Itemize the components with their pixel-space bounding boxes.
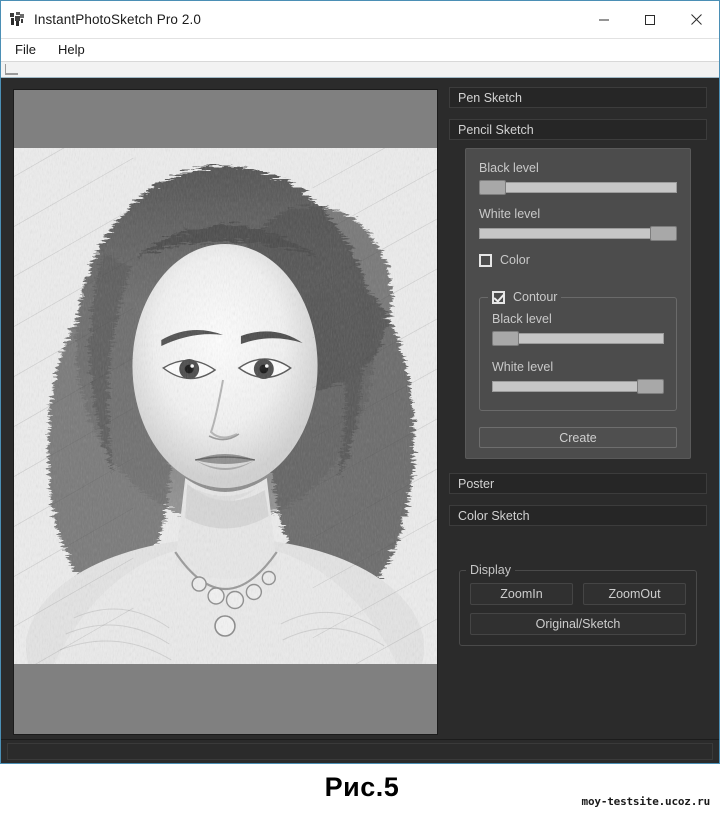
menu-item-help[interactable]: Help <box>52 40 95 60</box>
close-button[interactable] <box>673 1 719 38</box>
status-bar <box>1 739 719 763</box>
menu-item-file[interactable]: File <box>9 40 46 60</box>
app-icon <box>9 11 26 28</box>
minimize-button[interactable] <box>581 1 627 38</box>
display-group-label: Display <box>466 563 515 577</box>
original-sketch-button[interactable]: Original/Sketch <box>470 613 686 635</box>
white-level-label: White level <box>479 207 541 221</box>
create-button[interactable]: Create <box>479 427 677 448</box>
zoom-in-button[interactable]: ZoomIn <box>470 583 573 605</box>
white-level-slider-thumb[interactable] <box>650 226 677 241</box>
contour-black-level-label: Black level <box>492 312 552 326</box>
white-level-slider-track <box>479 228 677 239</box>
section-header-poster[interactable]: Poster <box>449 473 707 494</box>
image-canvas[interactable] <box>13 89 438 735</box>
sketch-preview-image <box>14 148 437 664</box>
black-level-slider-track <box>479 182 677 193</box>
status-bar-panel <box>7 743 713 760</box>
black-level-slider[interactable] <box>479 180 677 195</box>
contour-checkbox-box[interactable] <box>492 290 505 304</box>
color-checkbox[interactable]: Color <box>479 253 677 267</box>
control-panel: Pen Sketch Pencil Sketch Black level Whi… <box>449 87 707 737</box>
application-window: InstantPhotoSketch Pro 2.0 File Help Pen… <box>0 0 720 764</box>
contour-black-level-slider[interactable] <box>492 331 664 346</box>
section-header-pen-sketch[interactable]: Pen Sketch <box>449 87 707 108</box>
toolbar-strip <box>1 61 719 78</box>
contour-white-level-label: White level <box>492 360 554 374</box>
window-title: InstantPhotoSketch Pro 2.0 <box>34 12 201 27</box>
toolbar-grip-icon[interactable] <box>5 64 18 75</box>
contour-black-level-slider-thumb[interactable] <box>492 331 519 346</box>
pencil-sketch-panel: Black level White level Color Contour Bl… <box>465 148 691 459</box>
maximize-button[interactable] <box>627 1 673 38</box>
color-checkbox-box[interactable] <box>479 253 492 267</box>
color-checkbox-label: Color <box>500 253 530 267</box>
section-header-pencil-sketch[interactable]: Pencil Sketch <box>449 119 707 140</box>
contour-group: Contour Black level White level <box>479 290 677 411</box>
menu-bar: File Help <box>1 38 719 61</box>
zoom-out-button[interactable]: ZoomOut <box>583 583 686 605</box>
display-button-row: ZoomIn ZoomOut <box>470 583 686 605</box>
white-level-slider[interactable] <box>479 226 677 241</box>
watermark: moy-testsite.ucoz.ru <box>573 793 718 810</box>
client-area: Pen Sketch Pencil Sketch Black level Whi… <box>1 79 719 763</box>
title-bar: InstantPhotoSketch Pro 2.0 <box>1 1 719 38</box>
section-header-color-sketch[interactable]: Color Sketch <box>449 505 707 526</box>
black-level-label: Black level <box>479 161 539 175</box>
window-controls <box>581 1 719 38</box>
contour-checkbox[interactable]: Contour <box>488 290 562 304</box>
contour-white-level-slider-thumb[interactable] <box>637 379 664 394</box>
black-level-slider-thumb[interactable] <box>479 180 506 195</box>
display-group: Display ZoomIn ZoomOut Original/Sketch <box>459 563 697 646</box>
contour-checkbox-label: Contour <box>513 290 558 304</box>
contour-white-level-slider[interactable] <box>492 379 664 394</box>
